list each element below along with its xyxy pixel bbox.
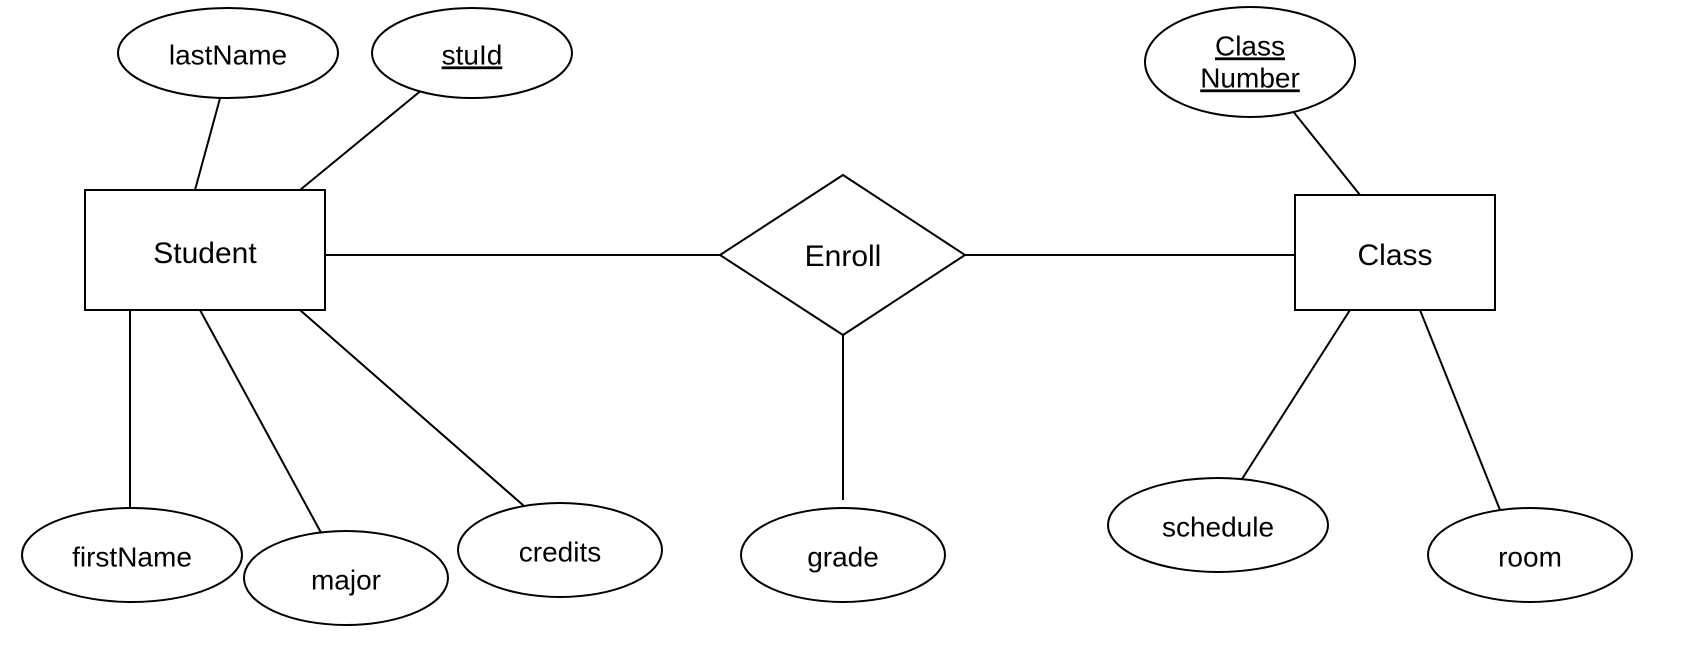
attr-classnumber-label2: Number xyxy=(1200,62,1300,93)
attr-credits-label: credits xyxy=(519,536,601,567)
conn-class-room xyxy=(1420,310,1500,510)
attr-lastname-label: lastName xyxy=(169,39,287,70)
entity-student-label: Student xyxy=(153,237,257,270)
attr-stuid-label: stuId xyxy=(442,39,503,70)
conn-class-schedule xyxy=(1235,310,1350,490)
attr-grade-label: grade xyxy=(807,541,879,572)
attr-schedule-label: schedule xyxy=(1162,511,1274,542)
conn-student-major xyxy=(200,310,325,540)
er-diagram: Student Class Enroll lastName stuId firs… xyxy=(0,0,1705,649)
attr-classnumber-label1: Class xyxy=(1215,30,1285,61)
attr-major-label: major xyxy=(311,564,381,595)
attr-room-label: room xyxy=(1498,541,1562,572)
conn-student-credits xyxy=(300,310,540,520)
entity-class-label: Class xyxy=(1357,239,1432,272)
relationship-enroll-label: Enroll xyxy=(805,240,882,273)
attr-firstname-label: firstName xyxy=(72,541,192,572)
